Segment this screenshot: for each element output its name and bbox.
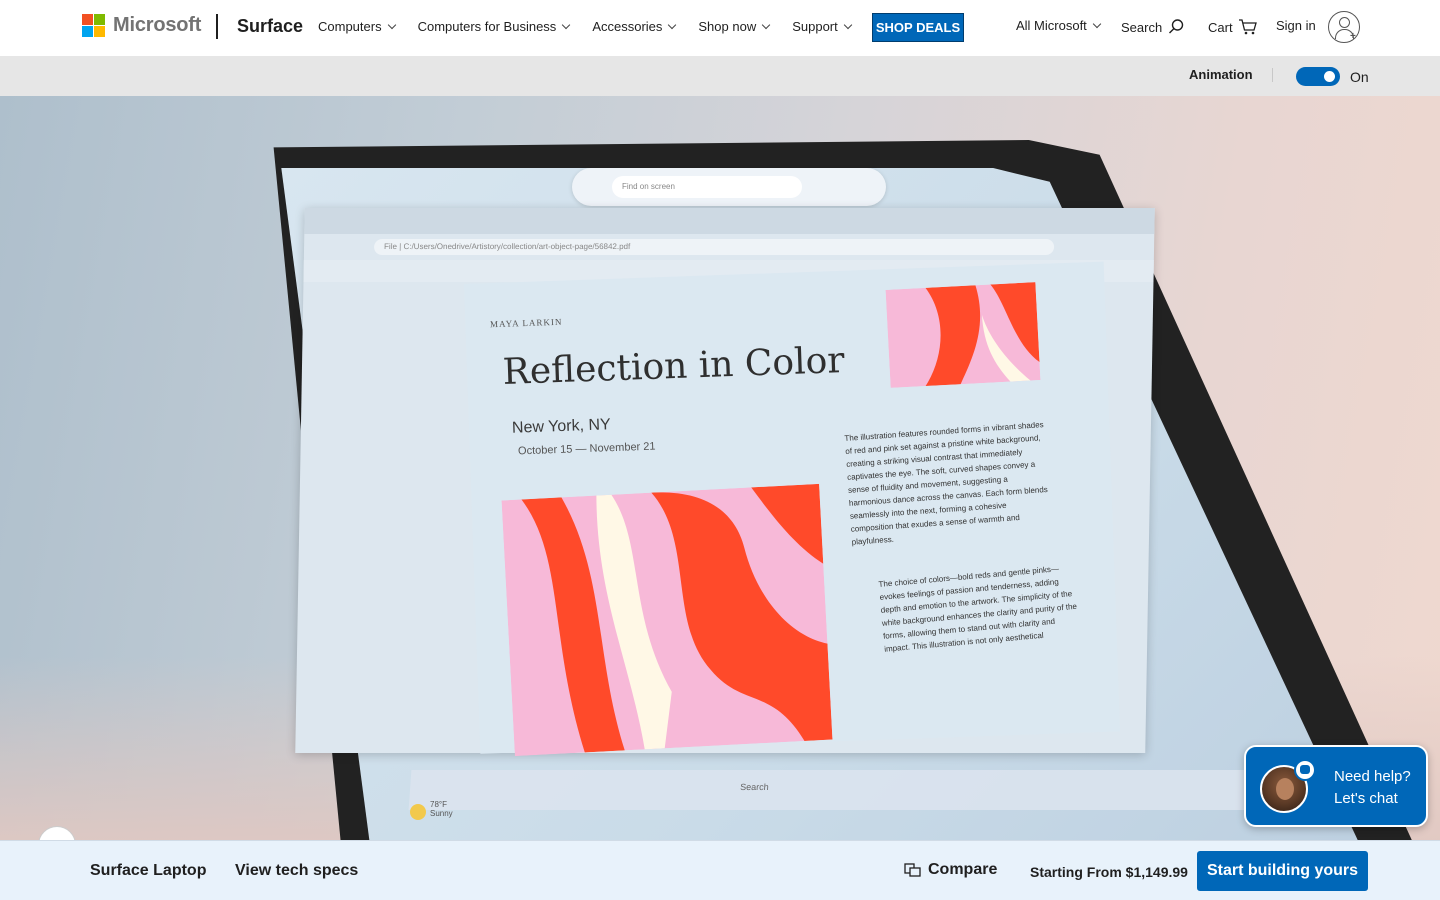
microsoft-logo[interactable]: Microsoft bbox=[82, 14, 201, 37]
nav-label: Computers for Business bbox=[417, 19, 557, 34]
nav-support[interactable]: Support bbox=[792, 19, 853, 34]
compare-button[interactable]: Compare bbox=[904, 861, 997, 879]
search-label: Search bbox=[1121, 19, 1163, 35]
brand-link[interactable]: Surface bbox=[237, 16, 303, 37]
product-name-link[interactable]: Surface Laptop bbox=[90, 862, 206, 880]
weather-temp: 78°F bbox=[430, 800, 447, 809]
artwork-bottom-left-shape bbox=[501, 483, 833, 757]
sticky-product-bar: Surface Laptop View tech specs Compare S… bbox=[0, 840, 1440, 900]
site-header: Microsoft Surface Computers Computers fo… bbox=[0, 0, 1440, 56]
search-icon bbox=[1169, 19, 1184, 34]
doc-city: New York, NY bbox=[511, 416, 611, 437]
all-microsoft-label: All Microsoft bbox=[1016, 18, 1087, 33]
nav-computers[interactable]: Computers bbox=[318, 19, 396, 34]
screen-search-pill: Find on screen bbox=[572, 168, 886, 206]
chat-bubble-icon bbox=[1294, 759, 1316, 781]
browser-tabs bbox=[304, 208, 1155, 234]
windows-taskbar: Search bbox=[408, 770, 1312, 810]
cart-button[interactable]: Cart bbox=[1208, 18, 1258, 36]
main-nav: Computers Computers for Business Accesso… bbox=[318, 19, 874, 34]
view-tech-specs-link[interactable]: View tech specs bbox=[235, 862, 358, 880]
starting-price: Starting From $1,149.99 bbox=[1030, 864, 1188, 880]
compare-icon bbox=[904, 863, 921, 877]
weather-desc: Sunny bbox=[430, 809, 453, 818]
chat-line-2: Let's chat bbox=[1334, 790, 1398, 807]
weather-sun-icon bbox=[410, 804, 426, 820]
nav-accessories[interactable]: Accessories bbox=[592, 19, 677, 34]
cart-icon bbox=[1238, 19, 1257, 35]
doc-body-paragraph-1: The illustration features rounded forms … bbox=[844, 420, 1049, 547]
nav-computers-for-business[interactable]: Computers for Business bbox=[417, 19, 571, 34]
nav-shop-now[interactable]: Shop now bbox=[698, 19, 771, 34]
microsoft-logo-icon bbox=[82, 14, 105, 37]
animation-bar: Animation On bbox=[0, 56, 1440, 96]
animation-label: Animation bbox=[1189, 67, 1253, 82]
chevron-down-icon bbox=[387, 20, 396, 30]
chevron-down-icon bbox=[843, 20, 853, 30]
animation-state: On bbox=[1350, 69, 1369, 85]
compare-label: Compare bbox=[928, 861, 998, 878]
cart-label: Cart bbox=[1208, 19, 1233, 35]
toggle-knob bbox=[1324, 71, 1335, 82]
animation-separator bbox=[1272, 68, 1273, 82]
logo-text: Microsoft bbox=[113, 14, 202, 36]
screen-search-field: Find on screen bbox=[612, 176, 802, 198]
artwork-bottom-left bbox=[501, 483, 833, 757]
artwork-top-right bbox=[885, 282, 1041, 388]
chat-bubble-inner bbox=[1300, 765, 1310, 774]
account-avatar-icon[interactable]: + bbox=[1328, 11, 1360, 43]
taskbar-search: Search bbox=[739, 782, 770, 792]
artwork-top-right-shape bbox=[885, 282, 1041, 388]
shop-deals-button[interactable]: SHOP DEALS bbox=[872, 13, 964, 42]
taskbar-weather: 78°F Sunny bbox=[430, 800, 453, 818]
nav-label: Accessories bbox=[592, 19, 663, 34]
chat-widget[interactable]: Need help? Let's chat bbox=[1244, 745, 1428, 827]
chat-line-1: Need help? bbox=[1334, 768, 1411, 785]
header-divider bbox=[216, 14, 218, 39]
browser-address-bar: File | C:/Users/Onedrive/Artistory/colle… bbox=[373, 239, 1055, 255]
chevron-down-icon bbox=[1092, 19, 1102, 29]
nav-label: Shop now bbox=[698, 19, 757, 34]
nav-label: Support bbox=[792, 19, 838, 34]
start-building-button[interactable]: Start building yours bbox=[1197, 851, 1368, 891]
chevron-down-icon bbox=[668, 20, 677, 30]
search-button[interactable]: Search bbox=[1121, 18, 1185, 36]
chevron-down-icon bbox=[761, 20, 771, 30]
all-microsoft-menu[interactable]: All Microsoft bbox=[1016, 18, 1102, 33]
sign-in-link[interactable]: Sign in bbox=[1276, 18, 1316, 33]
animation-toggle[interactable] bbox=[1296, 67, 1340, 86]
chevron-down-icon bbox=[562, 20, 571, 30]
chat-agent-face bbox=[1276, 778, 1294, 800]
add-icon: + bbox=[1350, 31, 1356, 42]
nav-label: Computers bbox=[318, 19, 382, 34]
chat-text: Need help? Let's chat bbox=[1334, 766, 1411, 810]
